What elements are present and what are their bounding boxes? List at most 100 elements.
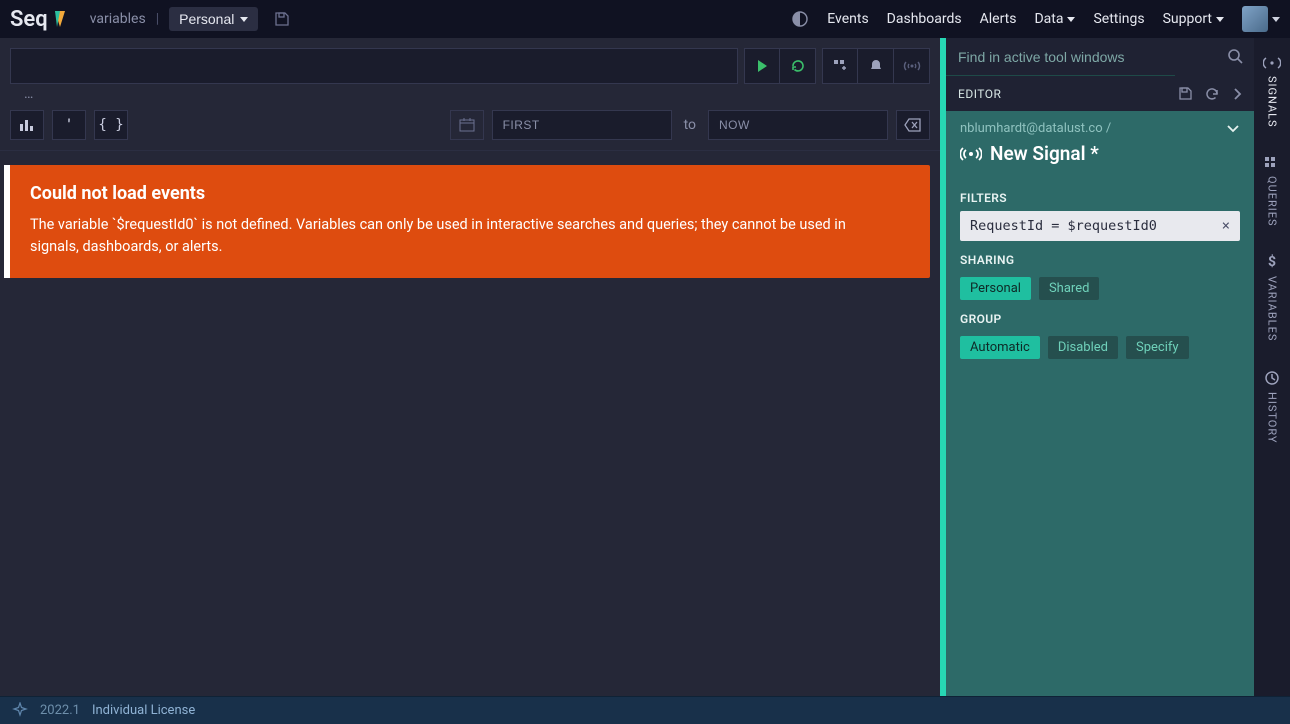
- license-label[interactable]: Individual License: [92, 703, 195, 718]
- sharing-options: Personal Shared: [946, 273, 1254, 300]
- range-from-input[interactable]: [492, 110, 672, 140]
- strip-variables-label: VARIABLES: [1266, 276, 1279, 341]
- add-filter-button[interactable]: [822, 48, 858, 84]
- chevron-down-icon: [1272, 17, 1280, 22]
- bar-chart-icon: [19, 118, 35, 132]
- clear-range-button[interactable]: [896, 110, 930, 140]
- theme-toggle-icon[interactable]: [791, 10, 809, 28]
- refresh-icon: [790, 58, 806, 74]
- editor-save-icon[interactable]: [1178, 86, 1193, 101]
- strip-history[interactable]: HISTORY: [1264, 360, 1280, 453]
- filters-label: FILTERS: [946, 179, 1254, 211]
- expand-json-button[interactable]: { }: [94, 110, 128, 140]
- filter-remove-icon[interactable]: ×: [1222, 218, 1230, 234]
- strip-signals-label: SIGNALS: [1266, 76, 1279, 128]
- nav-dashboards[interactable]: Dashboards: [887, 11, 962, 27]
- chevron-down-icon: [240, 17, 248, 22]
- signal-owner: nblumhardt@datalust.co /: [960, 121, 1111, 136]
- group-specify[interactable]: Specify: [1126, 336, 1189, 359]
- nav-events[interactable]: Events: [827, 11, 868, 27]
- signal-name[interactable]: New Signal *: [990, 142, 1099, 165]
- top-nav-right: Events Dashboards Alerts Data Settings S…: [791, 6, 1280, 32]
- variables-icon: $: [1268, 254, 1276, 270]
- signal-icon: [903, 58, 921, 74]
- editor-panel: EDITOR nblumhardt@datalust.co /: [946, 38, 1254, 696]
- version-label[interactable]: 2022.1: [40, 703, 80, 718]
- strip-variables[interactable]: $ VARIABLES: [1266, 244, 1279, 351]
- work-area: … ' { } to Could not load events The var…: [0, 38, 1290, 696]
- editor-header: EDITOR: [946, 76, 1254, 111]
- create-signal-button[interactable]: [894, 48, 930, 84]
- create-alert-button[interactable]: [858, 48, 894, 84]
- breadcrumb-item[interactable]: variables: [90, 11, 146, 27]
- nav-support-label: Support: [1163, 11, 1212, 27]
- tool-window-search-input[interactable]: [946, 38, 1175, 76]
- results-area: Could not load events The variable `$req…: [0, 151, 940, 292]
- sharing-shared[interactable]: Shared: [1039, 277, 1099, 300]
- signal-title-row: New Signal *: [946, 136, 1254, 179]
- filter-expression[interactable]: RequestId = $requestId0 ×: [960, 211, 1240, 241]
- error-card: Could not load events The variable `$req…: [4, 165, 930, 278]
- workspace-dropdown[interactable]: Personal: [169, 7, 258, 31]
- toolbar-row: ' { } to: [0, 102, 940, 151]
- logo[interactable]: Seq: [10, 7, 66, 32]
- query-row: [0, 38, 940, 84]
- group-disabled[interactable]: Disabled: [1048, 336, 1118, 359]
- editor-collapse-icon[interactable]: [1232, 87, 1242, 101]
- query-overflow-indicator[interactable]: …: [0, 84, 940, 102]
- nav-settings[interactable]: Settings: [1093, 11, 1144, 27]
- backspace-icon: [904, 118, 922, 132]
- strip-signals[interactable]: SIGNALS: [1263, 46, 1281, 138]
- sharing-personal[interactable]: Personal: [960, 277, 1031, 300]
- query-input[interactable]: [10, 48, 738, 84]
- search-icon[interactable]: [1226, 47, 1244, 65]
- finder-wrap: [946, 38, 1254, 76]
- sparkle-icon[interactable]: [12, 702, 28, 718]
- error-title: Could not load events: [30, 183, 910, 204]
- logo-text: Seq: [10, 7, 48, 32]
- top-nav: Seq variables | Personal Events Dashboar…: [0, 0, 1290, 38]
- breadcrumb: variables | Personal: [90, 7, 291, 31]
- calendar-button[interactable]: [450, 110, 484, 140]
- calendar-icon: [459, 118, 475, 132]
- left-pane: … ' { } to Could not load events The var…: [0, 38, 940, 696]
- breadcrumb-separator: |: [156, 11, 159, 27]
- group-automatic[interactable]: Automatic: [960, 336, 1040, 359]
- editor-undo-icon[interactable]: [1205, 86, 1220, 101]
- nav-support[interactable]: Support: [1163, 11, 1224, 27]
- strip-queries-label: QUERIES: [1266, 176, 1279, 227]
- run-group: [744, 48, 816, 84]
- save-workspace-icon[interactable]: [274, 11, 290, 27]
- group-options: Automatic Disabled Specify: [946, 332, 1254, 359]
- group-label: GROUP: [946, 300, 1254, 332]
- chevron-down-icon: [1067, 17, 1075, 22]
- refresh-button[interactable]: [780, 48, 816, 84]
- strip-queries[interactable]: QUERIES: [1264, 146, 1280, 237]
- logo-mark-icon: [54, 10, 66, 28]
- editor-heading: EDITOR: [958, 87, 1166, 101]
- user-menu[interactable]: [1242, 6, 1280, 32]
- range-to-input[interactable]: [708, 110, 888, 140]
- sharing-label: SHARING: [946, 241, 1254, 273]
- surround-toggle-button[interactable]: ': [52, 110, 86, 140]
- range-to-label: to: [680, 117, 700, 133]
- signal-collapse-toggle[interactable]: [1226, 124, 1240, 134]
- workspace-label: Personal: [179, 11, 234, 27]
- play-icon: [755, 59, 769, 73]
- nav-alerts[interactable]: Alerts: [980, 11, 1017, 27]
- run-button[interactable]: [744, 48, 780, 84]
- chart-toggle-button[interactable]: [10, 110, 44, 140]
- bell-icon: [868, 58, 884, 74]
- nav-data-label: Data: [1034, 11, 1063, 27]
- strip-history-label: HISTORY: [1266, 392, 1279, 443]
- avatar: [1242, 6, 1268, 32]
- signal-icon: [1263, 56, 1281, 70]
- queries-icon: [1264, 156, 1280, 170]
- add-filter-icon: [832, 58, 848, 74]
- action-group: [822, 48, 930, 84]
- tool-window-strip: SIGNALS QUERIES $ VARIABLES HISTORY: [1254, 38, 1290, 696]
- nav-data[interactable]: Data: [1034, 11, 1075, 27]
- history-icon: [1264, 370, 1280, 386]
- filter-text: RequestId = $requestId0: [970, 218, 1157, 234]
- signal-owner-row: nblumhardt@datalust.co /: [946, 111, 1254, 136]
